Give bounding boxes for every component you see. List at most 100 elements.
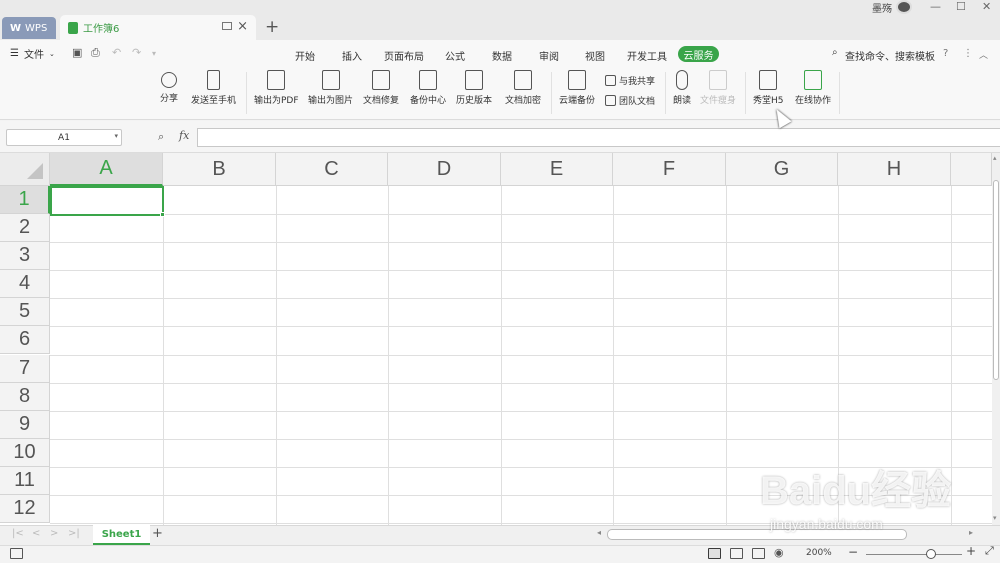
scroll-down-icon[interactable]: ▾ [993, 514, 997, 522]
menu-item-view[interactable]: 视图 [585, 48, 605, 63]
row-header-6[interactable]: 6 [0, 326, 50, 354]
read-aloud-button[interactable]: 朗读 [673, 70, 691, 106]
eye-protection-icon[interactable]: ◉ [774, 546, 784, 559]
column-header-g[interactable]: G [726, 153, 838, 186]
formula-input[interactable] [197, 128, 1000, 147]
online-collab-button[interactable]: 在线协作 [795, 70, 831, 106]
close-tab-icon[interactable]: × [237, 19, 248, 34]
magnifier-icon[interactable]: ⌕ [158, 130, 164, 144]
column-header-c[interactable]: C [276, 153, 388, 186]
doc-repair-button[interactable]: 文档修复 [363, 70, 399, 106]
redo-icon[interactable]: ↷ [132, 46, 141, 59]
scroll-left-icon[interactable]: ◂ [597, 528, 601, 537]
share-button[interactable]: 分享 [160, 70, 178, 104]
new-tab-button[interactable]: + [265, 17, 279, 37]
cloud-backup-button[interactable]: 云端备份 [559, 70, 595, 106]
team-docs-button[interactable]: 团队文档 [605, 94, 655, 107]
history-button[interactable]: 历史版本 [456, 70, 492, 106]
next-sheet-icon[interactable]: > [50, 528, 58, 539]
row-header-5[interactable]: 5 [0, 298, 50, 326]
menu-item-data[interactable]: 数据 [492, 48, 512, 63]
last-sheet-icon[interactable]: >| [68, 528, 80, 539]
zoom-slider[interactable] [866, 554, 962, 555]
fullscreen-icon[interactable]: ⤢ [985, 544, 994, 558]
file-menu[interactable]: ☰ 文件 ⌄ [10, 46, 55, 61]
file-slim-button[interactable]: 文件瘦身 [700, 70, 736, 106]
normal-view-icon[interactable] [708, 548, 721, 559]
encrypt-button[interactable]: 文档加密 [505, 70, 541, 106]
minimize-icon[interactable]: — [930, 0, 941, 13]
chevron-down-icon[interactable]: ▾ [114, 132, 118, 140]
backup-center-button[interactable]: 备份中心 [410, 70, 446, 106]
fill-handle[interactable] [160, 212, 165, 217]
first-sheet-icon[interactable]: |< [12, 528, 24, 539]
row-header-11[interactable]: 11 [0, 467, 50, 495]
row-header-1[interactable]: 1 [0, 186, 50, 214]
search-icon[interactable]: ⌕ [832, 47, 838, 58]
select-all-corner[interactable] [0, 153, 50, 186]
shared-with-me-button[interactable]: 与我共享 [605, 74, 655, 87]
close-window-icon[interactable]: ✕ [982, 0, 991, 13]
row-header-3[interactable]: 3 [0, 242, 50, 270]
h5-button[interactable]: 秀堂H5 [753, 70, 784, 106]
row-header-9[interactable]: 9 [0, 411, 50, 439]
page-layout-view-icon[interactable] [752, 548, 765, 559]
row-header-7[interactable]: 7 [0, 355, 50, 383]
window-mode-icon[interactable] [222, 22, 232, 30]
column-header-b[interactable]: B [163, 153, 276, 186]
customize-icon[interactable]: ▾ [152, 49, 156, 58]
column-header-d[interactable]: D [388, 153, 501, 186]
grid-line [50, 270, 992, 271]
macro-icon[interactable] [10, 548, 23, 559]
cell-reference: A1 [58, 132, 70, 143]
user-name[interactable]: 墨殇 [872, 0, 892, 15]
sheet-tab-sheet1[interactable]: Sheet1 [93, 525, 150, 545]
export-pdf-button[interactable]: 输出为PDF [254, 70, 299, 106]
vertical-scroll-thumb[interactable] [993, 180, 999, 380]
tab-wps-home[interactable]: W WPS [2, 17, 56, 39]
menu-item-review[interactable]: 审阅 [539, 48, 559, 63]
zoom-in-icon[interactable]: + [966, 544, 976, 558]
column-header-a[interactable]: A [50, 153, 163, 186]
row-header-2[interactable]: 2 [0, 214, 50, 242]
help-icon[interactable]: ? [943, 48, 948, 59]
menu-item-insert[interactable]: 插入 [342, 48, 362, 63]
prev-sheet-icon[interactable]: < [32, 528, 40, 539]
zoom-level[interactable]: 200% [806, 548, 832, 558]
more-icon[interactable]: ⋮ [963, 48, 973, 59]
column-header-e[interactable]: E [501, 153, 613, 186]
fx-icon[interactable]: fx [179, 129, 189, 142]
menu-item-start[interactable]: 开始 [295, 48, 315, 63]
command-search[interactable]: 查找命令、搜索模板 [845, 48, 935, 63]
share-label: 分享 [160, 94, 179, 104]
export-image-button[interactable]: 输出为图片 [308, 70, 353, 106]
column-header-partial[interactable] [951, 153, 992, 186]
name-box[interactable]: A1 ▾ [6, 129, 122, 146]
menu-item-cloud-service[interactable]: 云服务 [678, 46, 719, 62]
menu-item-developer[interactable]: 开发工具 [627, 48, 667, 63]
team-docs-icon [605, 95, 616, 106]
scroll-right-icon[interactable]: ▸ [969, 528, 973, 537]
maximize-icon[interactable]: ☐ [956, 0, 966, 13]
column-header-f[interactable]: F [613, 153, 726, 186]
send-to-phone-button[interactable]: 发送至手机 [191, 70, 236, 106]
avatar[interactable] [896, 0, 912, 14]
page-break-view-icon[interactable] [730, 548, 743, 559]
row-header-10[interactable]: 10 [0, 439, 50, 467]
print-icon[interactable]: ⎙ [91, 46, 100, 60]
zoom-out-icon[interactable]: − [848, 545, 858, 559]
row-header-4[interactable]: 4 [0, 270, 50, 298]
column-header-h[interactable]: H [838, 153, 951, 186]
menu-item-page-layout[interactable]: 页面布局 [384, 48, 424, 63]
undo-icon[interactable]: ↶ [112, 46, 121, 59]
row-header-8[interactable]: 8 [0, 383, 50, 411]
row-header-12[interactable]: 12 [0, 495, 50, 523]
save-icon[interactable]: ▣ [72, 46, 82, 59]
scroll-up-icon[interactable]: ▴ [993, 154, 997, 162]
collapse-ribbon-icon[interactable]: ︿ [979, 48, 988, 61]
add-sheet-button[interactable]: + [152, 526, 163, 541]
menu-item-formula[interactable]: 公式 [445, 48, 465, 63]
tab-document[interactable]: 工作簿6 × [60, 15, 256, 40]
active-cell[interactable] [50, 186, 164, 216]
backup-center-label: 备份中心 [410, 96, 447, 106]
